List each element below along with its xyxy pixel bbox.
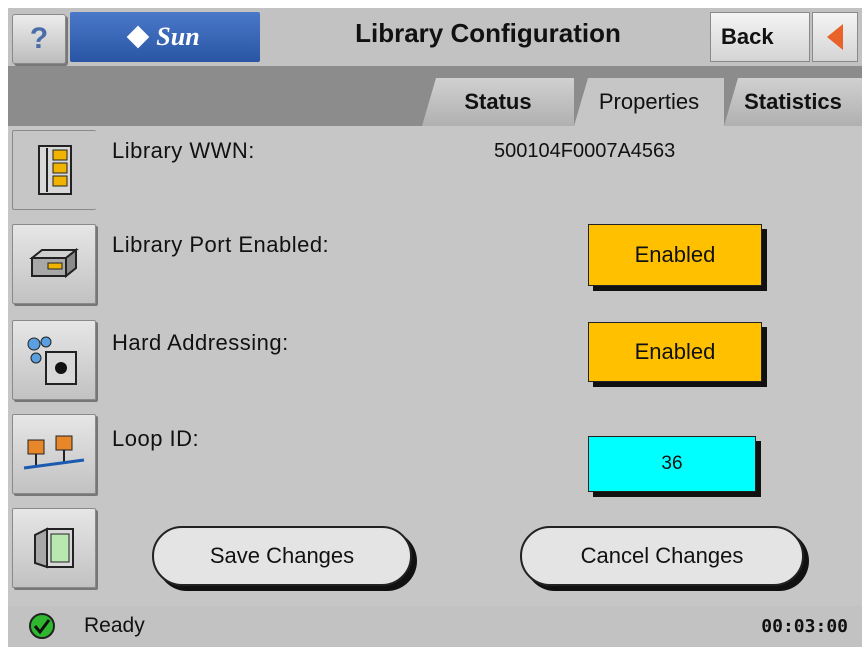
screen: ? Sun Library Configuration Back Status …	[8, 8, 862, 647]
hard-addressing-label: Hard Addressing:	[112, 330, 289, 355]
status-text: Ready	[84, 614, 145, 637]
library-port-enabled-label: Library Port Enabled:	[112, 232, 330, 257]
ready-check-icon	[29, 613, 55, 639]
status-bar: Ready 00:03:00	[8, 606, 862, 647]
sun-logo: Sun	[70, 12, 260, 62]
help-icon: ?	[29, 22, 49, 55]
library-wwn-label: Library WWN:	[112, 138, 255, 163]
network-icon	[23, 435, 85, 470]
brand-text: Sun	[156, 22, 200, 51]
sun-diamond-icon	[126, 25, 150, 49]
cancel-changes-button[interactable]: Cancel Changes	[520, 526, 804, 586]
back-arrow-button[interactable]	[812, 12, 858, 62]
back-label: Back	[721, 24, 774, 49]
tab-status-label: Status	[464, 89, 532, 114]
display-icon	[34, 527, 74, 569]
sidebar-item-device[interactable]	[12, 320, 96, 400]
library-port-enabled-button[interactable]: Enabled	[588, 224, 762, 286]
sidebar-item-display[interactable]	[12, 508, 96, 588]
help-button[interactable]: ?	[12, 14, 66, 64]
back-button[interactable]: Back	[710, 12, 810, 62]
tab-statistics-label: Statistics	[744, 89, 842, 114]
back-arrow-icon	[827, 24, 843, 50]
header: ? Sun Library Configuration Back	[8, 8, 862, 66]
sidebar-item-drive[interactable]	[12, 224, 96, 304]
status-clock: 00:03:00	[761, 616, 848, 637]
tab-status[interactable]: Status	[422, 78, 574, 126]
loop-id-label: Loop ID:	[112, 426, 200, 451]
page-title: Library Configuration	[355, 18, 621, 48]
hard-addressing-button[interactable]: Enabled	[588, 322, 762, 382]
tab-properties[interactable]: Properties	[574, 78, 724, 126]
library-icon	[37, 145, 72, 195]
library-wwn-value: 500104F0007A4563	[494, 140, 676, 162]
sidebar-item-network[interactable]	[12, 414, 96, 494]
tab-properties-label: Properties	[598, 89, 700, 114]
loop-id-field[interactable]: 36	[588, 436, 756, 492]
tab-statistics[interactable]: Statistics	[724, 78, 862, 126]
drive-icon	[29, 247, 79, 279]
tab-bar: Status Properties Statistics	[8, 66, 862, 126]
device-icon	[27, 336, 77, 385]
save-changes-button[interactable]: Save Changes	[152, 526, 412, 586]
sidebar-item-library[interactable]	[12, 130, 96, 210]
